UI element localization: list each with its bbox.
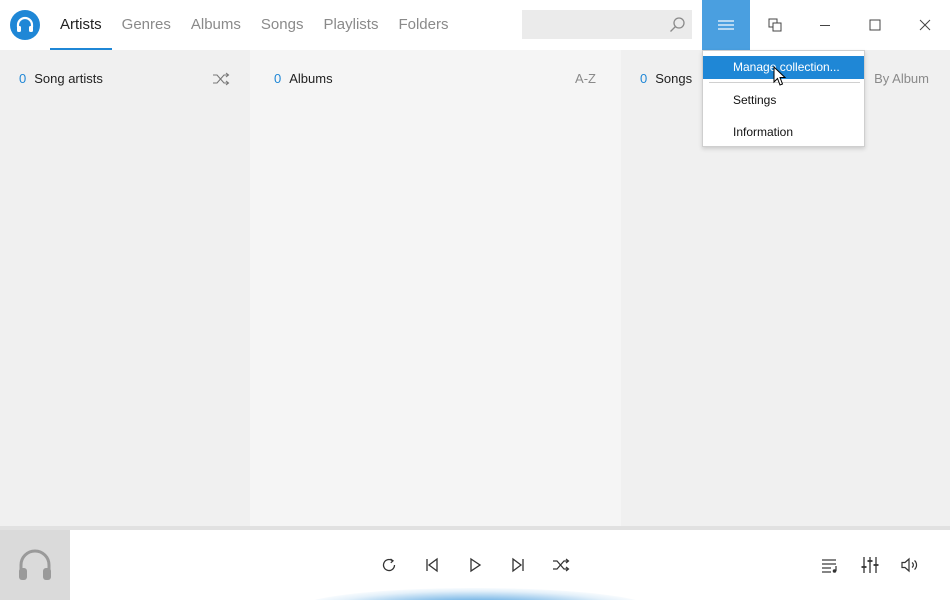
tab-songs[interactable]: Songs: [251, 0, 314, 50]
title-bar: Artists Genres Albums Songs Playlists Fo…: [0, 0, 950, 50]
equalizer-button[interactable]: [858, 553, 882, 577]
songs-label: Songs: [655, 71, 693, 86]
loop-icon: [382, 558, 396, 572]
artists-header: 0 Song artists: [19, 71, 103, 86]
songs-count: 0: [640, 71, 648, 86]
playback-glow: [300, 588, 650, 600]
artists-column: 0 Song artists: [0, 50, 250, 526]
next-icon: [512, 557, 524, 573]
songs-header: 0 Songs: [640, 71, 692, 86]
play-icon: [470, 557, 482, 573]
mouse-cursor-icon: [773, 65, 787, 92]
albums-count: 0: [274, 71, 282, 86]
minimize-button[interactable]: [800, 0, 850, 50]
albums-column: 0 Albums A-Z: [250, 50, 621, 526]
play-button[interactable]: [463, 553, 487, 577]
minimize-icon: [820, 25, 830, 26]
close-button[interactable]: [900, 0, 950, 50]
tab-genres[interactable]: Genres: [112, 0, 181, 50]
artists-label: Song artists: [34, 71, 103, 86]
artists-count: 0: [19, 71, 27, 86]
tab-artists[interactable]: Artists: [50, 0, 112, 50]
nav-tabs: Artists Genres Albums Songs Playlists Fo…: [50, 0, 459, 50]
hamburger-menu-button[interactable]: [702, 0, 750, 50]
tab-albums[interactable]: Albums: [181, 0, 251, 50]
maximize-button[interactable]: [850, 0, 900, 50]
tab-folders[interactable]: Folders: [388, 0, 458, 50]
loop-button[interactable]: [377, 553, 401, 577]
close-icon: [919, 19, 931, 31]
albums-label: Albums: [289, 71, 333, 86]
previous-button[interactable]: [420, 553, 444, 577]
headphones-icon: [19, 549, 51, 580]
main-menu-dropdown: Manage collection... Settings Informatio…: [702, 50, 865, 147]
search-icon[interactable]: [668, 16, 686, 34]
cover-player-button[interactable]: [750, 0, 800, 50]
menu-item-settings[interactable]: Settings: [703, 89, 864, 112]
equalizer-icon: [861, 557, 879, 573]
album-art-placeholder[interactable]: [0, 530, 70, 600]
tab-playlists[interactable]: Playlists: [313, 0, 388, 50]
shuffle-button[interactable]: [549, 553, 573, 577]
maximize-icon: [869, 19, 881, 31]
queue-icon: [822, 559, 837, 573]
volume-icon: [901, 557, 918, 573]
app-logo-icon: [10, 10, 40, 40]
menu-item-information[interactable]: Information: [703, 121, 864, 144]
next-button[interactable]: [506, 553, 530, 577]
player-bar: [0, 530, 950, 600]
shuffle-icon: [553, 558, 570, 572]
albums-sort-toggle[interactable]: A-Z: [575, 71, 596, 86]
search-input[interactable]: [522, 10, 692, 39]
albums-header: 0 Albums: [274, 71, 333, 86]
queue-button[interactable]: [818, 553, 842, 577]
volume-button[interactable]: [898, 553, 922, 577]
songs-sort-toggle[interactable]: By Album: [874, 71, 929, 86]
cover-player-icon: [768, 18, 782, 32]
hamburger-menu-icon: [718, 20, 734, 30]
shuffle-icon[interactable]: [212, 72, 230, 91]
previous-icon: [426, 557, 438, 573]
